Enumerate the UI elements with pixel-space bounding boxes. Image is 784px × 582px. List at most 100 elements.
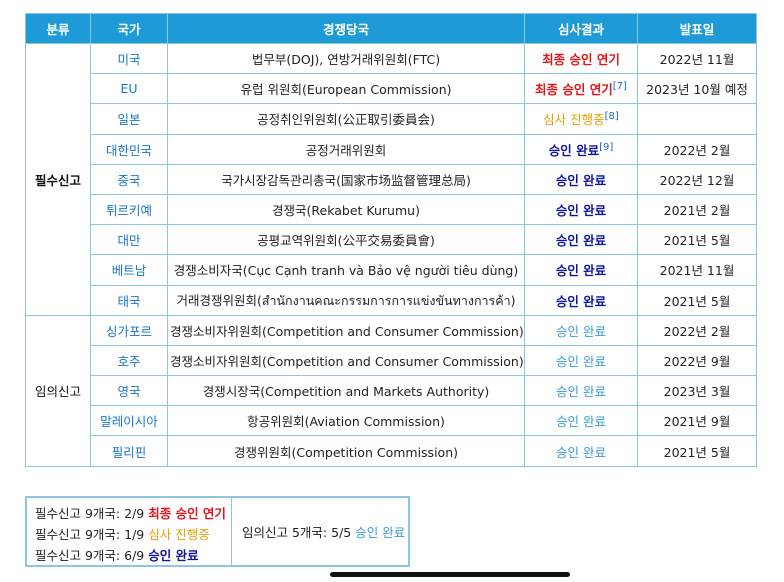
table-row: 영국 경쟁시장국(Competition and Markets Authori… — [26, 375, 757, 407]
result-status: 승인 완료 — [556, 444, 606, 460]
result-status: 승인 완료 — [556, 323, 606, 339]
date-cell: 2023년 10월 예정 — [637, 73, 757, 105]
table-row: 태국 거래경쟁위원회(สำนักงานคณะกรรมการการแข่งขันท… — [26, 284, 757, 316]
home-indicator[interactable] — [330, 572, 570, 577]
date-cell: 2021년 5월 — [637, 224, 757, 256]
date-cell — [637, 103, 757, 135]
date-cell: 2021년 2월 — [637, 193, 757, 226]
header-result: 심사결과 — [524, 13, 638, 44]
table-row: 대한민국 공정거래위원회 승인 완료[9] 2022년 2월 — [26, 133, 757, 165]
date-cell: 2023년 3월 — [637, 375, 757, 407]
authority-cell: 공정취인위원회(公正取引委員会) — [167, 103, 525, 135]
country-cell: EU — [90, 73, 168, 105]
summary-prefix: 임의신고 5개국: 5/5 — [242, 525, 352, 540]
result-cell: 승인 완료 — [524, 314, 638, 346]
header-authority: 경쟁당국 — [167, 13, 525, 44]
country-cell: 튀르키예 — [90, 193, 168, 226]
country-link[interactable]: 일본 — [117, 112, 140, 127]
summary-status: 최종 승인 연기 — [148, 506, 226, 521]
result-cell: 승인 완료 — [524, 405, 638, 437]
result-cell: 승인 완료 — [524, 224, 638, 256]
header-date: 발표일 — [637, 13, 757, 44]
reference-link[interactable]: [9] — [599, 142, 613, 153]
result-cell: 승인 완료 — [524, 344, 638, 377]
date-cell: 2022년 12월 — [637, 163, 757, 195]
result-status: 승인 완료 — [548, 142, 600, 158]
date-cell: 2021년 5월 — [637, 284, 757, 316]
group-label-required: 필수신고 — [25, 43, 91, 316]
country-link[interactable]: 영국 — [117, 384, 140, 399]
reference-link[interactable]: [7] — [613, 81, 627, 92]
result-status: 승인 완료 — [555, 263, 607, 279]
authority-cell: 경쟁시장국(Competition and Markets Authority) — [167, 375, 525, 407]
date-cell: 2022년 11월 — [637, 42, 757, 75]
authority-cell: 경쟁국(Rekabet Kurumu) — [167, 193, 525, 226]
summary-status: 승인 완료 — [148, 548, 199, 563]
table-row: EU 유럽 위원회(European Commission) 최종 승인 연기[… — [26, 73, 757, 105]
date-cell: 2022년 2월 — [637, 133, 757, 165]
result-status: 승인 완료 — [555, 203, 607, 219]
result-status: 승인 완료 — [555, 233, 607, 249]
result-status: 최종 승인 연기 — [535, 82, 613, 98]
result-status: 승인 완료 — [555, 172, 607, 188]
summary-prefix: 필수신고 9개국: 1/9 — [35, 527, 145, 542]
country-cell: 싱가포르 — [90, 314, 168, 346]
country-link[interactable]: 호주 — [117, 354, 140, 369]
country-link[interactable]: 태국 — [117, 294, 140, 309]
result-status: 승인 완료 — [556, 353, 606, 369]
table-row: 대만 공평교역위원회(公平交易委員會) 승인 완료 2021년 5월 — [26, 224, 757, 256]
country-cell: 중국 — [90, 163, 168, 195]
country-link[interactable]: 미국 — [117, 52, 140, 67]
summary-voluntary: 임의신고 5개국: 5/5 승인 완료 — [232, 498, 408, 565]
country-link[interactable]: 중국 — [117, 173, 140, 188]
authority-cell: 법무부(DOJ), 연방거래위원회(FTC) — [167, 42, 525, 75]
summary-line: 필수신고 9개국: 2/9 최종 승인 연기 — [35, 503, 231, 524]
result-cell: 승인 완료 — [524, 254, 638, 286]
table-row: 필수신고 미국 법무부(DOJ), 연방거래위원회(FTC) 최종 승인 연기 … — [25, 42, 757, 316]
table-row: 말레이시아 항공위원회(Aviation Commission) 승인 완료 2… — [26, 405, 757, 437]
country-cell: 태국 — [90, 284, 168, 316]
result-status: 최종 승인 연기 — [542, 52, 620, 68]
header-category: 분류 — [25, 13, 91, 44]
authority-cell: 경쟁소비자위원회(Competition and Consumer Commis… — [167, 314, 525, 346]
country-link[interactable]: 싱가포르 — [106, 324, 152, 339]
header-country: 국가 — [90, 13, 168, 44]
country-cell: 필리핀 — [90, 435, 168, 467]
summary-box: 필수신고 9개국: 2/9 최종 승인 연기 필수신고 9개국: 1/9 심사 … — [25, 496, 410, 567]
country-cell: 미국 — [90, 42, 168, 75]
table-row: 베트남 경쟁소비자국(Cục Cạnh tranh và Bảo vệ ngườ… — [26, 254, 757, 286]
result-cell: 승인 완료 — [524, 163, 638, 195]
authority-cell: 공정거래위원회 — [167, 133, 525, 165]
country-link[interactable]: 대한민국 — [106, 143, 152, 158]
result-cell: 승인 완료[9] — [524, 133, 638, 165]
result-status: 심사 진행중 — [543, 112, 605, 128]
reference-link[interactable]: [8] — [605, 111, 619, 122]
table-row: 일본 공정취인위원회(公正取引委員会) 심사 진행중[8] — [26, 103, 757, 135]
country-link[interactable]: 대만 — [117, 233, 140, 248]
authority-cell: 항공위원회(Aviation Commission) — [167, 405, 525, 437]
result-cell: 승인 완료 — [524, 375, 638, 407]
authority-cell: 거래경쟁위원회(สำนักงานคณะกรรมการการแข่งขันทางก… — [167, 284, 525, 316]
summary-prefix: 필수신고 9개국: 6/9 — [35, 548, 145, 563]
authority-cell: 공평교역위원회(公平交易委員會) — [167, 224, 525, 256]
country-link[interactable]: 말레이시아 — [100, 414, 158, 429]
summary-line: 필수신고 9개국: 1/9 심사 진행중 — [35, 524, 231, 545]
merger-review-table: 분류 국가 경쟁당국 심사결과 발표일 필수신고 미국 법무부(DOJ), 연방… — [25, 13, 757, 467]
summary-prefix: 필수신고 9개국: 2/9 — [35, 506, 145, 521]
summary-required: 필수신고 9개국: 2/9 최종 승인 연기 필수신고 9개국: 1/9 심사 … — [27, 498, 232, 565]
table-row: 임의신고 싱가포르 경쟁소비자위원회(Competition and Consu… — [25, 314, 757, 467]
result-cell: 최종 승인 연기[7] — [524, 73, 638, 105]
group-label-voluntary: 임의신고 — [25, 314, 91, 467]
summary-status: 심사 진행중 — [148, 527, 210, 542]
country-link[interactable]: EU — [120, 81, 137, 96]
table-row: 호주 경쟁소비자위원회(Competition and Consumer Com… — [26, 344, 757, 377]
authority-cell: 경쟁소비자국(Cục Cạnh tranh và Bảo vệ người ti… — [167, 254, 525, 286]
date-cell: 2022년 9월 — [637, 344, 757, 377]
country-cell: 대만 — [90, 224, 168, 256]
authority-cell: 경쟁소비자위원회(Competition and Consumer Commis… — [167, 344, 525, 377]
country-link[interactable]: 베트남 — [112, 263, 147, 278]
country-link[interactable]: 필리핀 — [112, 445, 147, 460]
country-link[interactable]: 튀르키예 — [106, 203, 152, 218]
country-cell: 말레이시아 — [90, 405, 168, 437]
country-cell: 베트남 — [90, 254, 168, 286]
